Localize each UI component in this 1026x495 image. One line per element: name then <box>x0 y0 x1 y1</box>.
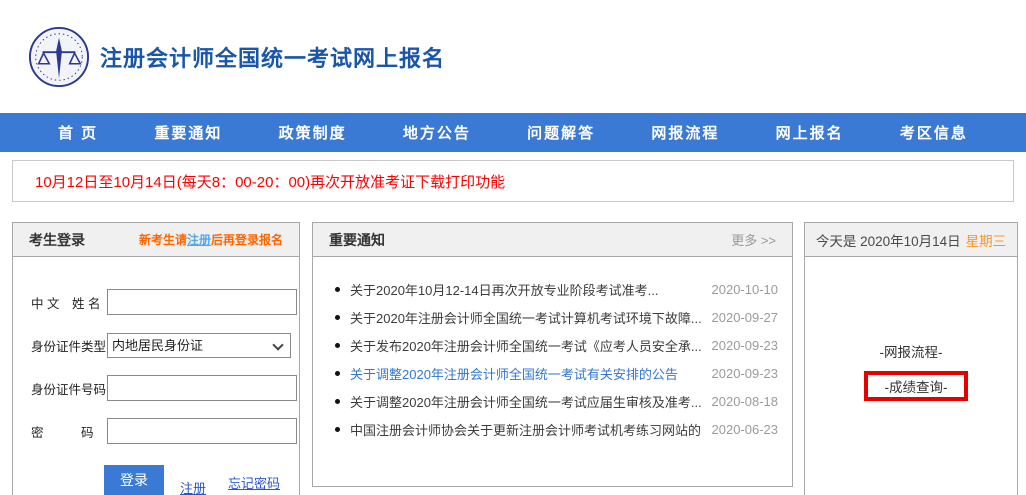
login-panel: 考生登录 新考生请注册后再登录报名 中 文 姓 名 身份证件类型 内地居民身份证… <box>12 222 300 495</box>
site-header: 注册会计师全国统一考试网上报名 <box>0 0 1026 113</box>
forgot-password-link[interactable]: 忘记密码 <box>228 473 280 492</box>
nav-home[interactable]: 首 页 <box>58 122 98 143</box>
more-link[interactable]: 更多 >> <box>731 230 776 249</box>
bullet-icon <box>335 371 340 376</box>
name-row: 中 文 姓 名 <box>31 289 291 315</box>
login-button[interactable]: 登录 <box>104 465 164 495</box>
notice-date: 2020-09-23 <box>712 338 779 353</box>
register-inline-link[interactable]: 注册 <box>187 233 211 247</box>
notice-date: 2020-06-23 <box>712 422 779 437</box>
notice-link[interactable]: 关于2020年10月12-14日再次开放专业阶段考试准考... <box>350 280 702 299</box>
site-title: 注册会计师全国统一考试网上报名 <box>100 41 445 73</box>
notice-link[interactable]: 关于发布2020年注册会计师全国统一考试《应考人员安全承... <box>350 336 702 355</box>
notice-date: 2020-09-27 <box>712 310 779 325</box>
nav-online-registration[interactable]: 网上报名 <box>776 122 844 143</box>
main-nav: 首 页 重要通知 政策制度 地方公告 问题解答 网报流程 网上报名 考区信息 <box>0 113 1026 152</box>
notice-date: 2020-09-23 <box>712 366 779 381</box>
notices-title: 重要通知 <box>329 230 385 250</box>
page: 注册会计师全国统一考试网上报名 首 页 重要通知 政策制度 地方公告 问题解答 … <box>0 0 1026 495</box>
list-item: 关于调整2020年注册会计师全国统一考试有关安排的公告 2020-09-23 <box>327 359 778 387</box>
name-input[interactable] <box>107 289 297 315</box>
login-actions: 登录 注册 忘记密码 <box>31 465 291 495</box>
list-item: 关于调整2020年注册会计师全国统一考试应届生审核及准考... 2020-08-… <box>327 387 778 415</box>
registration-process-link[interactable]: -网报流程- <box>805 341 1017 361</box>
notices-panel: 重要通知 更多 >> 关于2020年10月12-14日再次开放专业阶段考试准考.… <box>312 222 793 487</box>
id-number-input[interactable] <box>107 375 297 401</box>
id-number-row: 身份证件号码 <box>31 375 291 401</box>
notice-link[interactable]: 关于调整2020年注册会计师全国统一考试有关安排的公告 <box>350 364 702 383</box>
notice-banner: 10月12日至10月14日(每天8：00-20：00)再次开放准考证下载打印功能 <box>12 160 1014 202</box>
bullet-icon <box>335 315 340 320</box>
today-panel: 今天是 2020年10月14日 星期三 -网报流程- -成绩查询- <box>804 222 1018 495</box>
login-subtitle-suffix: 后再登录报名 <box>211 233 283 247</box>
notice-list: 关于2020年10月12-14日再次开放专业阶段考试准考... 2020-10-… <box>313 257 792 443</box>
list-item: 关于2020年10月12-14日再次开放专业阶段考试准考... 2020-10-… <box>327 275 778 303</box>
notice-date: 2020-08-18 <box>712 394 779 409</box>
login-panel-header: 考生登录 新考生请注册后再登录报名 <box>13 223 299 257</box>
id-type-select[interactable]: 内地居民身份证 <box>107 333 291 358</box>
login-title: 考生登录 <box>29 230 85 250</box>
cicpa-logo-icon <box>28 26 90 88</box>
password-label: 密 码 <box>31 422 107 441</box>
notice-date: 2020-10-10 <box>712 282 779 297</box>
score-query-link[interactable]: -成绩查询- <box>885 376 948 396</box>
bullet-icon <box>335 399 340 404</box>
id-type-select-wrap: 内地居民身份证 <box>107 333 291 358</box>
notice-link[interactable]: 关于调整2020年注册会计师全国统一考试应届生审核及准考... <box>350 392 702 411</box>
id-type-row: 身份证件类型 内地居民身份证 <box>31 332 291 358</box>
list-item: 关于2020年注册会计师全国统一考试计算机考试环境下故障... 2020-09-… <box>327 303 778 331</box>
register-link[interactable]: 注册 <box>180 478 206 495</box>
id-type-label: 身份证件类型 <box>31 336 107 355</box>
login-subtitle: 新考生请注册后再登录报名 <box>139 231 283 248</box>
nav-faq[interactable]: 问题解答 <box>527 122 595 143</box>
today-date: 今天是 2020年10月14日 <box>816 230 961 250</box>
nav-important-notices[interactable]: 重要通知 <box>154 122 222 143</box>
bullet-icon <box>335 343 340 348</box>
notice-link[interactable]: 关于2020年注册会计师全国统一考试计算机考试环境下故障... <box>350 308 702 327</box>
list-item: 关于发布2020年注册会计师全国统一考试《应考人员安全承... 2020-09-… <box>327 331 778 359</box>
nav-registration-process[interactable]: 网报流程 <box>651 122 719 143</box>
today-weekday: 星期三 <box>966 230 1007 250</box>
name-label: 中 文 姓 名 <box>31 293 107 312</box>
id-number-label: 身份证件号码 <box>31 379 107 398</box>
password-row: 密 码 <box>31 418 291 444</box>
list-item: 中国注册会计师协会关于更新注册会计师考试机考练习网站的公... 2020-06-… <box>327 415 778 443</box>
notice-link[interactable]: 中国注册会计师协会关于更新注册会计师考试机考练习网站的公... <box>350 420 702 439</box>
today-panel-header: 今天是 2020年10月14日 星期三 <box>805 223 1017 257</box>
password-input[interactable] <box>107 418 297 444</box>
bullet-icon <box>335 287 340 292</box>
notices-panel-header: 重要通知 更多 >> <box>313 223 792 257</box>
nav-local-announcements[interactable]: 地方公告 <box>403 122 471 143</box>
score-query-highlight-box: -成绩查询- <box>864 371 968 401</box>
login-form: 中 文 姓 名 身份证件类型 内地居民身份证 身份证件号码 密 码 <box>13 257 299 495</box>
login-subtitle-prefix: 新考生请 <box>139 233 187 247</box>
nav-policies[interactable]: 政策制度 <box>279 122 347 143</box>
notice-banner-text: 10月12日至10月14日(每天8：00-20：00)再次开放准考证下载打印功能 <box>35 171 505 192</box>
bullet-icon <box>335 427 340 432</box>
nav-exam-area-info[interactable]: 考区信息 <box>900 122 968 143</box>
